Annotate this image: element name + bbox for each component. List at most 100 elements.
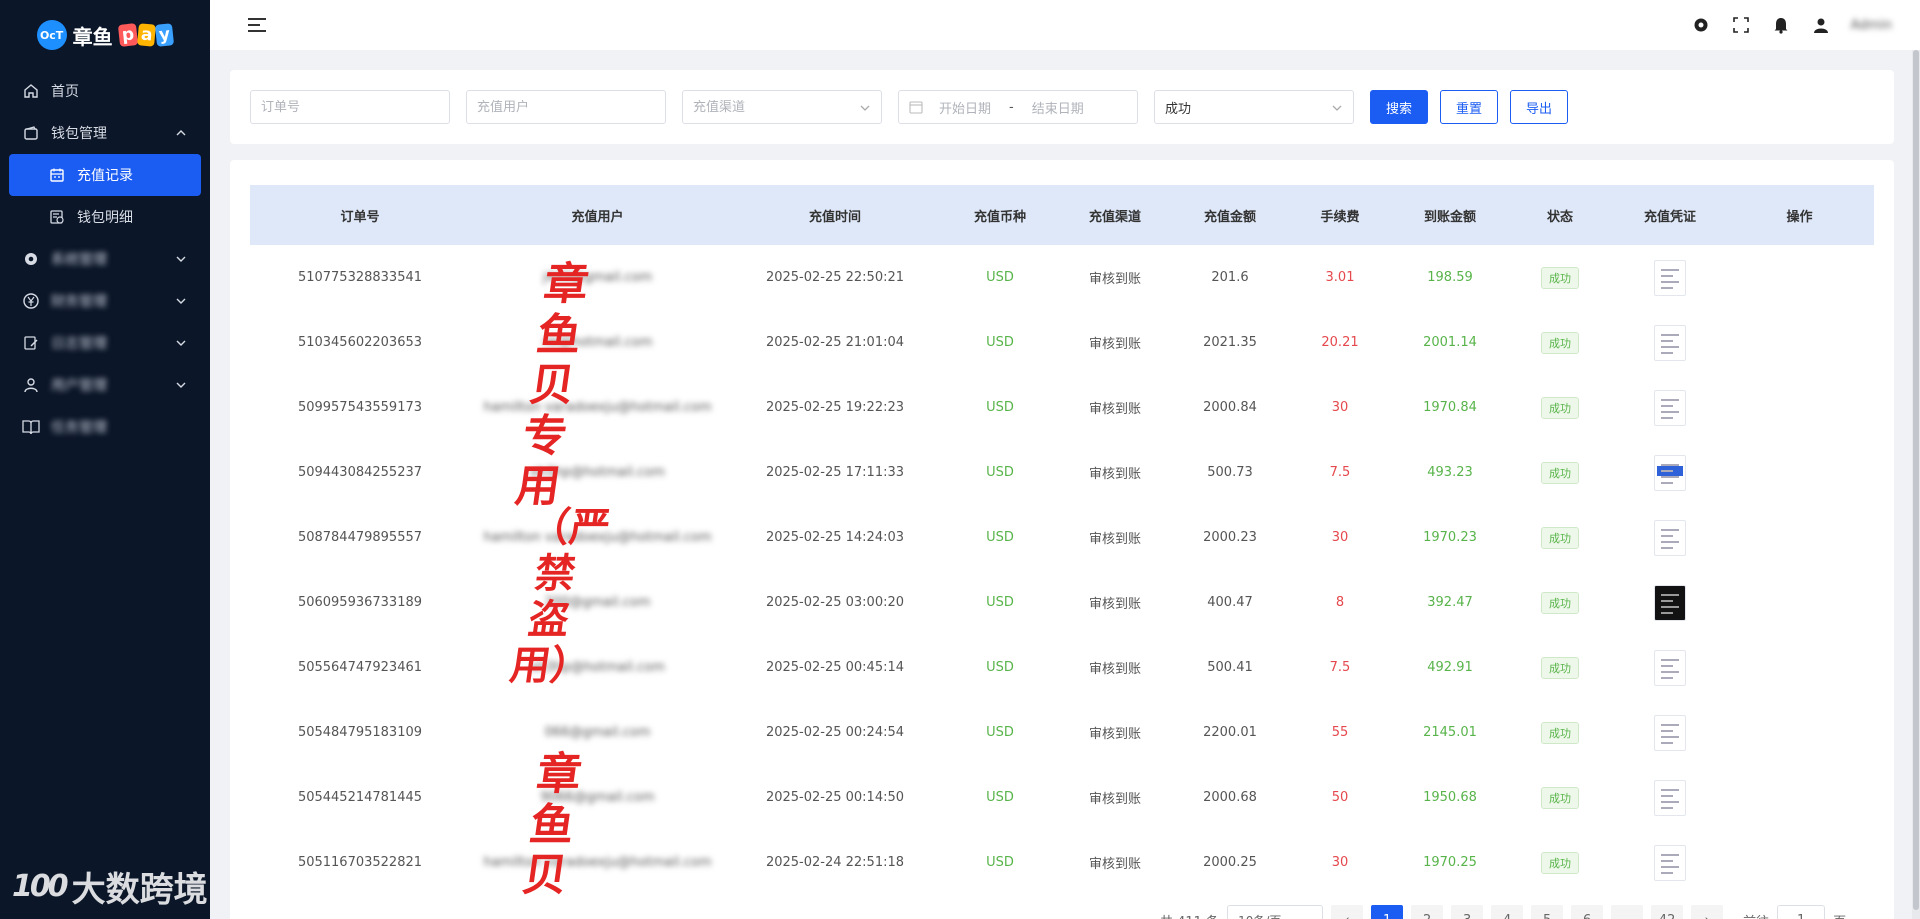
net-amount-cell: 493.23	[1427, 465, 1473, 480]
recharge-time-cell: 2025-02-25 00:45:14	[765, 660, 905, 675]
order-number-cell: 508784479895557	[297, 530, 423, 545]
end-date-placeholder[interactable]: 结束日期	[1032, 98, 1084, 117]
order-number-field[interactable]	[261, 99, 439, 115]
column-header: 充值凭证	[1643, 209, 1696, 225]
prev-page-button[interactable]: ‹	[1331, 905, 1364, 919]
sidebar-item-home[interactable]: 首页	[0, 70, 210, 112]
voucher-thumbnail[interactable]	[1654, 389, 1686, 426]
voucher-thumbnail[interactable]	[1654, 649, 1686, 686]
currency-cell: USD	[986, 335, 1014, 350]
page-number[interactable]: 5	[1531, 905, 1564, 919]
bell-icon[interactable]	[1771, 15, 1791, 35]
currency-cell: USD	[986, 790, 1014, 805]
recharge-user-input[interactable]	[466, 90, 666, 124]
reset-button[interactable]: 重置	[1440, 90, 1499, 124]
page-number[interactable]: 2	[1411, 905, 1444, 919]
net-amount-cell: 198.59	[1427, 270, 1473, 285]
voucher-cell	[1615, 310, 1725, 375]
brand-name: 章鱼	[72, 24, 113, 49]
fee-cell: 30	[1331, 530, 1349, 545]
sidebar-item-system[interactable]: 系统管理	[0, 238, 210, 280]
status-cell: 成功	[1505, 635, 1615, 700]
fee-cell: 7.5	[1329, 660, 1351, 675]
recharge-time-cell: 2025-02-25 03:00:20	[765, 595, 905, 610]
recharge-user-field[interactable]	[477, 99, 655, 115]
actions-cell	[1725, 505, 1874, 570]
date-separator: -	[1009, 99, 1014, 115]
recharge-channel-field[interactable]	[693, 99, 871, 115]
recharge-time-cell: 2025-02-25 17:11:33	[765, 465, 905, 480]
home-icon	[22, 82, 40, 100]
status-cell: 成功	[1505, 505, 1615, 570]
voucher-thumbnail[interactable]	[1654, 779, 1686, 816]
recharge-user-cell: 9066@gmail.com	[540, 790, 655, 805]
export-button[interactable]: 导出	[1510, 90, 1569, 124]
next-page-button[interactable]: ›	[1691, 905, 1724, 919]
sidebar-item-finance[interactable]: 财务管理	[0, 280, 210, 322]
page-number[interactable]: 1	[1371, 905, 1404, 919]
voucher-thumbnail[interactable]	[1654, 324, 1686, 361]
vertical-scrollbar[interactable]	[1912, 50, 1920, 919]
page-number[interactable]: 4	[1491, 905, 1524, 919]
recharge-time-cell: 2025-02-25 14:24:03	[765, 530, 905, 545]
sidebar-item-label: 首页	[51, 84, 79, 100]
currency-cell: USD	[986, 660, 1014, 675]
status-badge: 成功	[1541, 526, 1579, 549]
user-name[interactable]: Admin	[1851, 18, 1892, 33]
page-size-select[interactable]: 10条/页	[1227, 905, 1324, 919]
pagination: 共 411 条 10条/页 ‹ 1 2 3 4 5 6 ... 42 › 前往 …	[1160, 905, 1846, 919]
voucher-thumbnail[interactable]	[1654, 584, 1686, 621]
channel-cell: 审核到账	[1088, 402, 1141, 417]
order-number-cell: 505116703522821	[297, 855, 423, 870]
currency-cell: USD	[986, 595, 1014, 610]
search-button[interactable]: 搜索	[1370, 90, 1429, 124]
order-number-cell: 505484795183109	[297, 725, 423, 740]
sidebar-item-logs[interactable]: 日志管理	[0, 322, 210, 364]
sidebar-item-users[interactable]: 用户管理	[0, 364, 210, 406]
voucher-thumbnail[interactable]	[1654, 519, 1686, 556]
column-header: 订单号	[340, 209, 380, 225]
recharge-user-cell: 200@gmail.com	[544, 595, 651, 610]
brand-pay-letter: y	[155, 23, 175, 47]
sidebar-item-wallet-details[interactable]: 钱包明细	[0, 196, 210, 238]
voucher-thumbnail[interactable]	[1654, 259, 1686, 296]
recharge-channel-select[interactable]	[682, 90, 882, 124]
page-ellipsis[interactable]: ...	[1611, 905, 1644, 919]
app-logo[interactable]: OcT 章鱼 p a y	[0, 0, 210, 70]
menu-toggle-icon[interactable]	[248, 18, 266, 32]
sidebar-item-tasks[interactable]: 任务管理	[0, 406, 210, 448]
order-number-input[interactable]	[250, 90, 450, 124]
status-cell: 成功	[1505, 765, 1615, 830]
settings-gear-icon[interactable]	[1691, 15, 1711, 35]
channel-cell: 审核到账	[1088, 792, 1141, 807]
voucher-thumbnail[interactable]	[1654, 454, 1686, 491]
page-number[interactable]: 6	[1571, 905, 1604, 919]
page-number[interactable]: 42	[1651, 905, 1684, 919]
user-avatar-icon[interactable]	[1811, 15, 1831, 35]
start-date-placeholder[interactable]: 开始日期	[939, 98, 991, 117]
recharge-records-table: 订单号 充值用户 充值时间 充值币种 充值渠道 充值金额 手续费 到账金额 状态…	[250, 185, 1874, 895]
net-amount-cell: 1970.23	[1423, 530, 1477, 545]
status-cell: 成功	[1505, 440, 1615, 505]
sidebar-item-wallet[interactable]: 钱包管理	[0, 112, 210, 154]
date-range-picker[interactable]: 开始日期 - 结束日期	[898, 90, 1138, 124]
voucher-cell	[1615, 830, 1725, 895]
voucher-thumbnail[interactable]	[1654, 844, 1686, 881]
yen-circle-icon	[22, 292, 40, 310]
channel-cell: 审核到账	[1088, 857, 1141, 872]
recharge-time-cell: 2025-02-25 00:14:50	[765, 790, 905, 805]
voucher-thumbnail[interactable]	[1654, 714, 1686, 751]
scrollbar-thumb[interactable]	[1913, 50, 1919, 910]
status-select[interactable]: 成功	[1154, 90, 1354, 124]
fee-cell: 50	[1331, 790, 1349, 805]
voucher-cell	[1615, 765, 1725, 830]
status-badge: 成功	[1541, 851, 1579, 874]
calendar-icon	[48, 166, 66, 184]
page-number[interactable]: 3	[1451, 905, 1484, 919]
goto-page-input[interactable]: 1	[1777, 905, 1826, 919]
recharge-time-cell: 2025-02-25 22:50:21	[765, 270, 905, 285]
table-row: 505116703522821 hamilton varadoexju@hotma…	[250, 830, 1874, 895]
recharge-user-cell: hamilton varadoexju@hotmail.com	[483, 400, 712, 415]
fullscreen-icon[interactable]	[1731, 15, 1751, 35]
sidebar-item-recharge-records[interactable]: 充值记录	[9, 154, 201, 196]
